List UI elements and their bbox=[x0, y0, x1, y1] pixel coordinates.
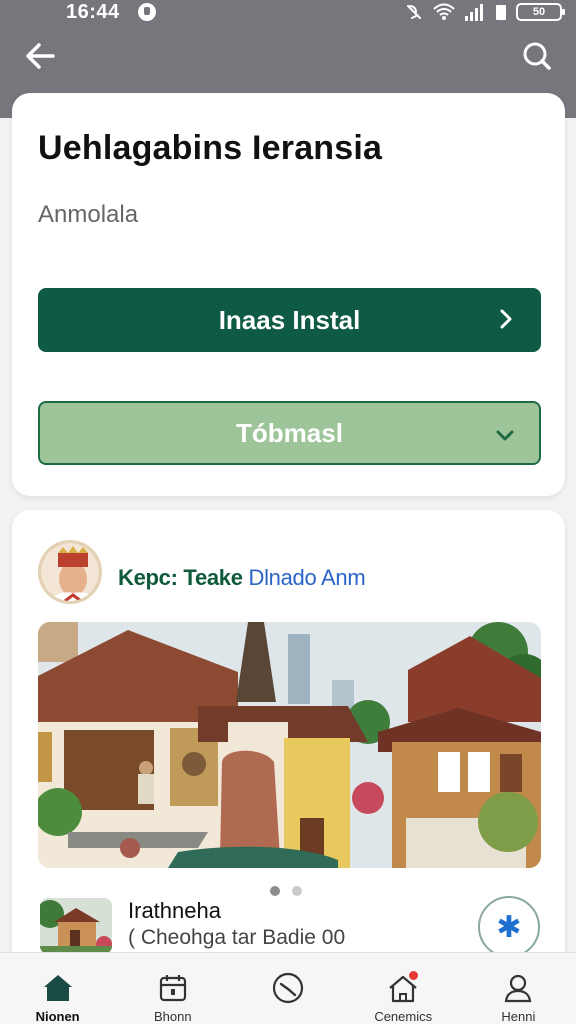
secondary-dropdown-button[interactable]: Tóbmasl bbox=[38, 401, 541, 465]
author-location: Dlnado Anm bbox=[248, 565, 366, 590]
signal-icon bbox=[465, 4, 483, 21]
status-icons: 50 bbox=[404, 0, 565, 24]
item-thumbnail[interactable] bbox=[40, 898, 112, 954]
calendar-icon bbox=[156, 971, 190, 1005]
nav-home[interactable]: Nionen bbox=[0, 953, 115, 1024]
avatar[interactable] bbox=[38, 540, 102, 604]
author-handle: Kepc: Teake bbox=[118, 565, 243, 590]
bottom-navigation: Nionen Bhonn Cenemics Henni bbox=[0, 952, 576, 1024]
install-button[interactable]: Inaas Instal bbox=[38, 288, 541, 352]
page-subtitle: Anmolala bbox=[38, 201, 139, 228]
nav-profile[interactable]: Henni bbox=[461, 953, 576, 1024]
nav-calendar[interactable]: Bhonn bbox=[115, 953, 230, 1024]
carousel-dot-2[interactable] bbox=[292, 886, 302, 896]
star-icon: ✱ bbox=[496, 910, 522, 944]
author-name[interactable]: Kepc: Teake Dlnado Anm bbox=[118, 565, 366, 591]
wifi-icon bbox=[433, 3, 455, 20]
chevron-down-icon bbox=[496, 430, 514, 441]
favorite-button[interactable]: ✱ bbox=[478, 896, 540, 958]
post-card: Kepc: Teake Dlnado Anm Irathneha (Cheoh… bbox=[12, 510, 565, 1024]
install-button-label: Inaas Instal bbox=[218, 304, 361, 335]
battery-level: 50 bbox=[532, 6, 546, 18]
carousel-dot-1[interactable] bbox=[270, 886, 280, 896]
battery-icon: 50 bbox=[516, 3, 565, 21]
heritage-building-image bbox=[38, 622, 541, 868]
page-title: Uehlagabins Ieransia bbox=[38, 129, 383, 167]
clock-icon bbox=[271, 971, 305, 1005]
nav-profile-label: Henni bbox=[501, 1009, 536, 1024]
profile-icon bbox=[501, 971, 535, 1005]
nav-community[interactable]: Cenemics bbox=[346, 953, 461, 1024]
avatar-image bbox=[41, 543, 99, 601]
home-icon bbox=[41, 971, 75, 1005]
status-bar: 16:44 50 bbox=[0, 0, 576, 26]
nav-community-label: Cenemics bbox=[374, 1009, 433, 1024]
carousel-indicator[interactable] bbox=[270, 886, 302, 896]
search-icon bbox=[523, 42, 551, 70]
nav-clock[interactable] bbox=[230, 953, 345, 1024]
item-subtitle: ( Cheohga tar Badie 00 bbox=[128, 926, 346, 949]
arrow-left-icon bbox=[26, 43, 55, 69]
back-button[interactable] bbox=[20, 36, 60, 76]
mute-icon bbox=[407, 5, 421, 19]
nav-home-label: Nionen bbox=[35, 1009, 80, 1024]
item-title[interactable]: Irathneha bbox=[128, 898, 221, 924]
notification-icon bbox=[138, 3, 156, 21]
chevron-right-icon bbox=[500, 309, 512, 329]
thumbnail-image bbox=[40, 898, 112, 954]
house-notification-icon bbox=[386, 971, 420, 1005]
nav-calendar-label: Bhonn bbox=[154, 1009, 192, 1024]
search-button[interactable] bbox=[516, 36, 556, 76]
secondary-button-label: Tóbmasl bbox=[236, 417, 343, 448]
post-image[interactable] bbox=[38, 622, 541, 868]
status-time: 16:44 bbox=[66, 1, 120, 23]
main-card: Uehlagabins Ieransia Anmolala Inaas Inst… bbox=[12, 93, 565, 496]
sim-icon bbox=[496, 5, 506, 20]
